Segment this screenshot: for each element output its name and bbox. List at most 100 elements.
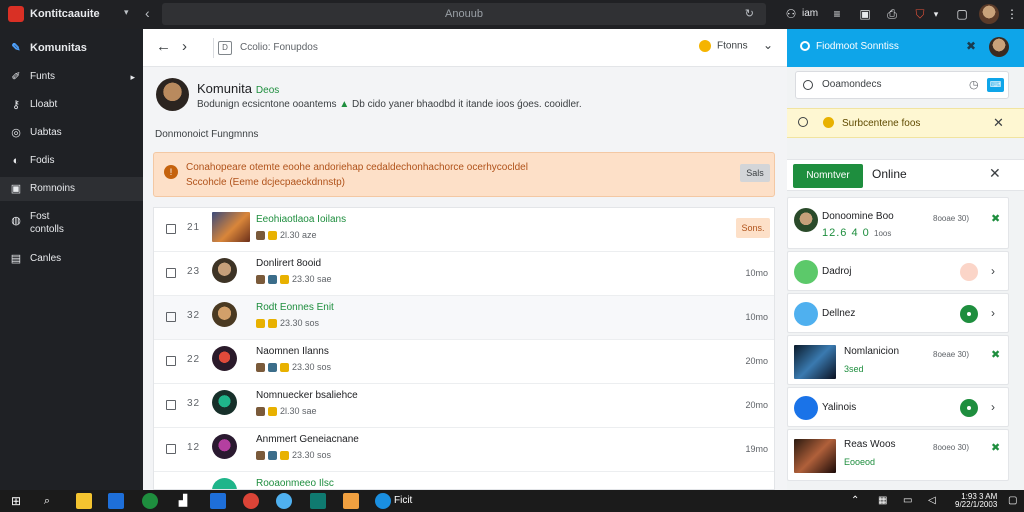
close-icon[interactable]: ✕ xyxy=(989,165,1001,182)
volume-icon[interactable]: ◁ xyxy=(928,495,936,506)
row-title[interactable]: Naomnen Ilanns xyxy=(256,346,329,357)
list-item[interactable]: 32 Rodt Eonnes Enit 23.30 sos 10mo xyxy=(154,296,774,340)
bag-icon[interactable]: ⎙ xyxy=(884,6,900,22)
sidebar-item-lloabt[interactable]: ⚷ Lloabt xyxy=(0,93,143,117)
contact-avatar xyxy=(794,208,818,232)
windows-start-icon[interactable]: ⊞ xyxy=(8,493,24,509)
row-checkbox[interactable] xyxy=(166,400,176,410)
close-icon[interactable]: ✕ xyxy=(993,115,1004,131)
row-status-pill[interactable]: Sons. xyxy=(736,218,770,238)
folder-icon[interactable] xyxy=(76,493,92,509)
sidebar-item-uabtas[interactable]: ◎ Uabtas xyxy=(0,121,143,145)
keyboard-icon[interactable]: ⌨ xyxy=(987,78,1004,92)
compass-icon xyxy=(794,396,818,420)
pin-icon[interactable]: ✖ xyxy=(966,39,976,53)
avatar[interactable] xyxy=(979,4,999,24)
sidebar-item-funts[interactable]: ✐ Funts ▸ xyxy=(0,65,143,89)
sidebar-item-fodis[interactable]: ◐ Fodis xyxy=(0,149,143,173)
window-icon[interactable]: ▢ xyxy=(954,6,970,22)
app-logo-icon[interactable] xyxy=(8,6,24,22)
address-bar[interactable]: Anouub ↻ xyxy=(162,3,766,25)
contact-avatar xyxy=(794,260,818,284)
photos-icon[interactable]: ▟ xyxy=(175,493,191,509)
image-icon[interactable]: ▣ xyxy=(857,6,873,22)
network-icon[interactable]: ▦ xyxy=(878,495,887,506)
list-item[interactable]: 21 Eeohiaotlaoa Ioilans 2l.30 aze Sons. xyxy=(154,208,774,252)
row-checkbox[interactable] xyxy=(166,224,176,234)
contact-card[interactable]: Yalinois › xyxy=(787,387,1009,427)
chevron-down-icon[interactable]: ▾ xyxy=(928,6,944,22)
taskbar-app-label[interactable]: Ficit xyxy=(394,495,412,506)
bird-icon xyxy=(794,302,818,326)
sidebar-item-canles[interactable]: ▤ Canles xyxy=(0,247,143,271)
edge-icon[interactable] xyxy=(375,493,391,509)
back-icon[interactable]: ‹ xyxy=(145,5,150,21)
breadcrumb-text: Ccolio: Fonupdos xyxy=(240,42,318,53)
contact-card[interactable]: Dadroj › xyxy=(787,251,1009,291)
list-item[interactable]: 23 Donlirert 8ooid 23.30 sae 10mo xyxy=(154,252,774,296)
avatar[interactable] xyxy=(989,37,1009,57)
contact-card[interactable]: Dellnez › xyxy=(787,293,1009,333)
shield-icon[interactable]: ⛉ xyxy=(912,6,928,22)
forward-arrow-icon[interactable]: › xyxy=(182,38,187,55)
primary-button[interactable]: Nomntver xyxy=(793,164,863,188)
list-icon[interactable]: ≡ xyxy=(829,6,845,22)
list-item[interactable]: 32 Nomnuecker bsaliehce 2l.30 sae 20mo xyxy=(154,384,774,428)
list-item[interactable]: 22 Naomnen Ilanns 23.30 sos 20mo xyxy=(154,340,774,384)
row-meta-text: 2l.30 sae xyxy=(280,406,317,416)
sidebar-item-romnoins[interactable]: ▣ Romnoins xyxy=(0,177,143,201)
contact-card[interactable]: Donoomine Boo 12.6 4 0 1oos 8ooae 30) ✖ xyxy=(787,197,1009,249)
app-icon[interactable] xyxy=(343,493,359,509)
row-title[interactable]: Nomnuecker bsaliehce xyxy=(256,390,358,401)
row-title[interactable]: Donlirert 8ooid xyxy=(256,258,321,269)
chevron-down-icon[interactable]: ⌄ xyxy=(763,38,773,52)
chevron-down-icon[interactable]: ▾ xyxy=(124,7,129,18)
more-icon[interactable]: ⋮ xyxy=(1004,6,1020,22)
sidebar: ✎ Komunitas ✐ Funts ▸ ⚷ Lloabt ◎ Uabtas … xyxy=(0,29,143,490)
row-title[interactable]: Anmmert Geneiacnane xyxy=(256,434,359,445)
people-icon[interactable]: ⚇ xyxy=(783,6,799,22)
search-icon[interactable]: ⌕ xyxy=(39,493,55,509)
chevron-up-icon[interactable]: ⌃ xyxy=(851,495,859,506)
clock-icon[interactable]: ◷ xyxy=(969,72,979,98)
taskbar-clock[interactable]: 1:93 3 AM 9/22/1/2003 xyxy=(955,493,997,509)
alert-action-button[interactable]: Sals xyxy=(740,164,770,182)
chevron-right-icon[interactable]: › xyxy=(991,264,995,278)
list-item[interactable]: Rooaonmeeo Ilsc xyxy=(154,472,774,489)
sidebar-item-label: Funts xyxy=(30,71,56,82)
chevron-right-icon[interactable]: › xyxy=(991,306,995,320)
battery-icon[interactable]: ▭ xyxy=(903,495,912,506)
row-checkbox[interactable] xyxy=(166,268,176,278)
row-checkbox[interactable] xyxy=(166,356,176,366)
status-badge xyxy=(960,305,978,323)
sidebar-item-fost[interactable]: ◍ Fost contolls xyxy=(0,209,143,235)
chrome-icon[interactable] xyxy=(243,493,259,509)
xbox-icon[interactable] xyxy=(142,493,158,509)
notification-icon[interactable]: ▢ xyxy=(1008,495,1017,506)
user-menu[interactable]: Ftonns xyxy=(699,40,748,52)
mail-icon[interactable] xyxy=(210,493,226,509)
online-label[interactable]: Online xyxy=(872,167,907,181)
chevron-right-icon[interactable]: › xyxy=(991,400,995,414)
row-checkbox[interactable] xyxy=(166,444,176,454)
app-icon[interactable] xyxy=(310,493,326,509)
contact-card[interactable]: Nomlanicion 3sed 8oeae 30) ✖ xyxy=(787,335,1009,385)
store-icon[interactable] xyxy=(108,493,124,509)
pin-icon[interactable]: ✖ xyxy=(991,348,1000,361)
pin-icon[interactable]: ✖ xyxy=(991,441,1000,454)
row-title[interactable]: Eeohiaotlaoa Ioilans xyxy=(256,214,346,225)
panel-search-input[interactable]: Ooamondecs ◷ ⌨ xyxy=(795,71,1009,99)
row-title[interactable]: Rooaonmeeo Ilsc xyxy=(256,478,334,489)
browser-topbar: Kontitcaauite ▾ ‹ Anouub ↻ ⚇ iam ≡ ▣ ⎙ ⛉… xyxy=(0,0,1024,29)
row-checkbox[interactable] xyxy=(166,312,176,322)
list-item[interactable]: 12 Anmmert Geneiacnane 23.30 sos 19mo xyxy=(154,428,774,472)
breadcrumb[interactable]: D Ccolio: Fonupdos xyxy=(213,38,413,58)
contact-card[interactable]: Reas Woos Eooeod 8ooeo 30) ✖ xyxy=(787,429,1009,481)
sidebar-item-label: Uabtas xyxy=(30,127,62,138)
reload-icon[interactable]: ↻ xyxy=(745,3,754,25)
pin-icon[interactable]: ✖ xyxy=(991,212,1000,225)
sidebar-item-komunitas[interactable]: ✎ Komunitas xyxy=(0,36,143,60)
back-arrow-icon[interactable]: ← xyxy=(156,38,171,55)
row-title[interactable]: Rodt Eonnes Enit xyxy=(256,302,334,313)
browser-icon[interactable] xyxy=(276,493,292,509)
